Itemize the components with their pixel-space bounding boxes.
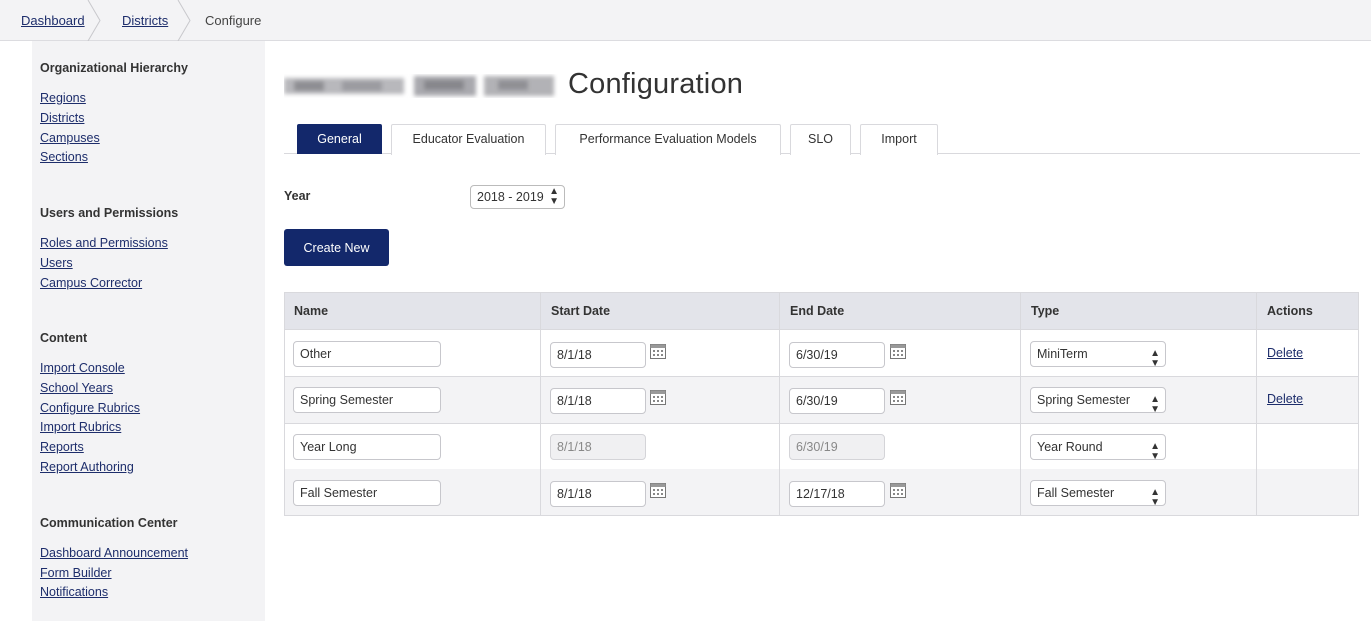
breadcrumb-dashboard[interactable]: Dashboard	[21, 0, 85, 41]
column-header-start-date: Start Date	[551, 304, 611, 318]
updown-arrow-icon: ▲ ▼	[1150, 487, 1160, 508]
sidebar-item-report-authoring[interactable]: Report Authoring	[40, 460, 134, 475]
page-title: Configuration	[568, 68, 744, 100]
column-header-type: Type	[1031, 304, 1060, 318]
sidebar-item-configure-rubrics[interactable]: Configure Rubrics	[40, 401, 140, 416]
sidebar-item-roles[interactable]: Roles and Permissions	[40, 236, 168, 251]
breadcrumb-dashboard-link[interactable]: Dashboard	[21, 13, 85, 28]
start-date-input[interactable]: 8/1/18	[550, 342, 646, 368]
type-select-value: Fall Semester	[1037, 486, 1115, 500]
tab-educator-evaluation[interactable]: Educator Evaluation	[391, 124, 546, 155]
tab-general[interactable]: General	[297, 124, 382, 154]
delete-link[interactable]: Delete	[1267, 346, 1303, 360]
sidebar-item-notifications[interactable]: Notifications	[40, 585, 108, 600]
name-input[interactable]: Year Long	[293, 434, 441, 460]
start-date-input[interactable]: 8/1/18	[550, 388, 646, 414]
sidebar-heading-content: Content	[40, 331, 88, 345]
delete-link[interactable]: Delete	[1267, 392, 1303, 406]
column-header-name: Name	[294, 304, 329, 318]
breadcrumb-districts[interactable]: Districts	[122, 0, 168, 41]
end-date-input-disabled: 6/30/19	[789, 434, 885, 460]
sidebar-item-sections[interactable]: Sections	[40, 150, 88, 165]
redacted-district-name	[284, 76, 554, 96]
sidebar-item-import-console[interactable]: Import Console	[40, 361, 125, 376]
calendar-icon[interactable]	[650, 482, 666, 498]
chevron-right-icon	[177, 0, 191, 41]
updown-arrow-icon: ▲ ▼	[1150, 394, 1160, 415]
start-date-input-disabled: 8/1/18	[550, 434, 646, 460]
tab-slo[interactable]: SLO	[790, 124, 851, 155]
type-select[interactable]: MiniTerm ▲ ▼	[1030, 341, 1166, 369]
name-input[interactable]: Spring Semester	[293, 387, 441, 413]
calendar-icon[interactable]	[650, 389, 666, 405]
type-select[interactable]: Spring Semester ▲ ▼	[1030, 387, 1166, 415]
column-header-actions: Actions	[1267, 304, 1313, 318]
end-date-input[interactable]: 12/17/18	[789, 481, 885, 507]
type-select-value: Spring Semester	[1037, 393, 1131, 407]
create-new-button[interactable]: Create New	[284, 229, 389, 266]
breadcrumb-configure: Configure	[205, 13, 262, 28]
chevron-right-icon	[87, 0, 101, 41]
calendar-icon[interactable]	[650, 343, 666, 359]
sidebar-item-dashboard-announcement[interactable]: Dashboard Announcement	[40, 546, 188, 561]
tab-performance-evaluation-models[interactable]: Performance Evaluation Models	[555, 124, 781, 155]
year-select[interactable]: 2018 - 2019 ▲ ▼	[470, 185, 565, 209]
calendar-icon[interactable]	[890, 343, 906, 359]
name-input[interactable]: Other	[293, 341, 441, 367]
sidebar-item-reports[interactable]: Reports	[40, 440, 84, 455]
column-divider	[1256, 292, 1257, 516]
sidebar-item-school-years[interactable]: School Years	[40, 381, 113, 396]
tab-import[interactable]: Import	[860, 124, 938, 155]
updown-arrow-icon: ▲ ▼	[549, 186, 559, 207]
sidebar-item-districts[interactable]: Districts	[40, 111, 84, 126]
column-divider	[540, 292, 541, 516]
name-input[interactable]: Fall Semester	[293, 480, 441, 506]
sidebar-item-users[interactable]: Users	[40, 256, 73, 271]
sidebar-item-import-rubrics[interactable]: Import Rubrics	[40, 420, 121, 435]
end-date-input[interactable]: 6/30/19	[789, 388, 885, 414]
sidebar-heading-org: Organizational Hierarchy	[40, 61, 188, 75]
calendar-icon[interactable]	[890, 389, 906, 405]
type-select[interactable]: Year Round ▲ ▼	[1030, 434, 1166, 462]
column-divider	[779, 292, 780, 516]
type-select-value: MiniTerm	[1037, 347, 1088, 361]
sidebar-item-campus-corrector[interactable]: Campus Corrector	[40, 276, 142, 291]
type-select-value: Year Round	[1037, 440, 1103, 454]
sidebar-item-campuses[interactable]: Campuses	[40, 131, 100, 146]
sidebar-heading-users: Users and Permissions	[40, 206, 179, 220]
column-divider	[1020, 292, 1021, 516]
year-select-value: 2018 - 2019	[477, 190, 544, 204]
sidebar-heading-communication: Communication Center	[40, 516, 178, 530]
year-label: Year	[284, 189, 311, 203]
sidebar: Organizational Hierarchy Regions Distric…	[32, 41, 265, 621]
calendar-icon[interactable]	[890, 482, 906, 498]
breadcrumb: Dashboard Districts Configure	[0, 0, 1371, 41]
updown-arrow-icon: ▲ ▼	[1150, 348, 1160, 369]
column-header-end-date: End Date	[790, 304, 845, 318]
start-date-input[interactable]: 8/1/18	[550, 481, 646, 507]
breadcrumb-districts-link[interactable]: Districts	[122, 13, 168, 28]
end-date-input[interactable]: 6/30/19	[789, 342, 885, 368]
sidebar-item-regions[interactable]: Regions	[40, 91, 86, 106]
sidebar-item-form-builder[interactable]: Form Builder	[40, 566, 112, 581]
type-select[interactable]: Fall Semester ▲ ▼	[1030, 480, 1166, 508]
updown-arrow-icon: ▲ ▼	[1150, 441, 1160, 462]
